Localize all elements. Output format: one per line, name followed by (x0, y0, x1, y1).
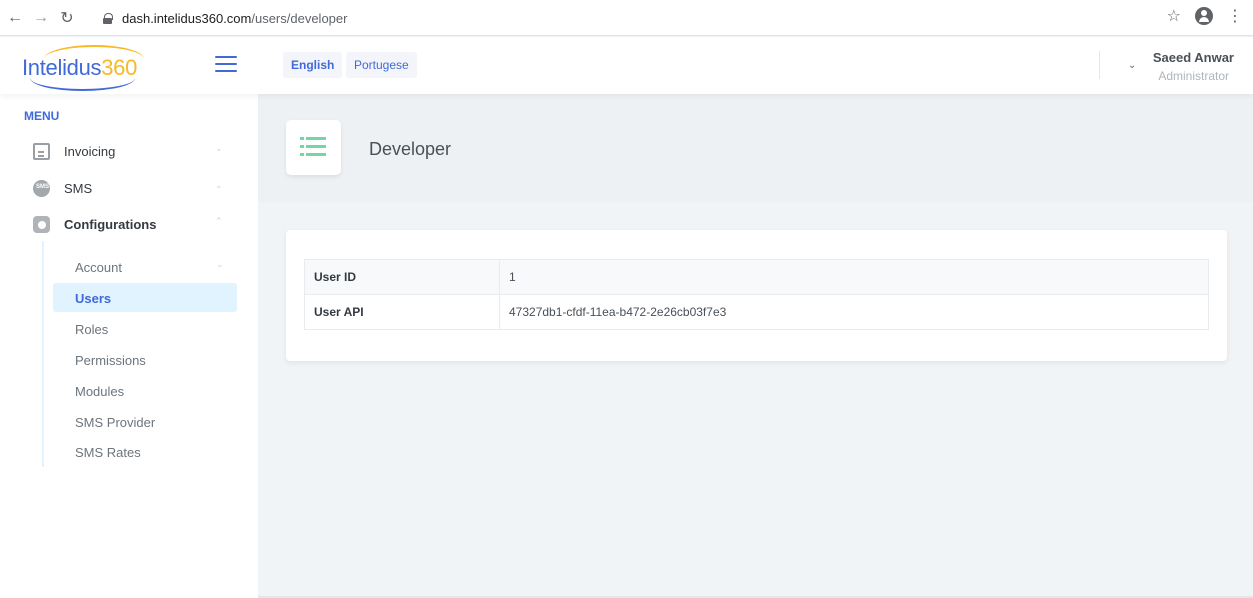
app-header: Intelidus360 English Portugese ⌄ Saeed A… (0, 37, 1253, 94)
submenu-item-label: Modules (75, 384, 125, 399)
submenu-item-sms-provider[interactable]: SMS Provider (53, 407, 237, 436)
table-row: User API 47327db1-cfdf-11ea-b472-2e26cb0… (304, 294, 1209, 330)
submenu-item-label: SMS Rates (75, 445, 141, 460)
submenu-item-account[interactable]: Account ⌄ (53, 252, 237, 281)
table-value: 47327db1-cfdf-11ea-b472-2e26cb03f7e3 (499, 294, 1209, 330)
browser-toolbar: ← → ↻ dash.intelidus360.com/users/develo… (0, 0, 1253, 36)
sidebar-item-invoicing[interactable]: Invoicing ⌄ (0, 135, 258, 167)
forward-icon[interactable]: → (30, 7, 52, 29)
user-role: Administrator (1158, 69, 1229, 83)
document-icon (33, 143, 50, 160)
sidebar-item-label: SMS (64, 181, 93, 196)
sidebar-item-configurations[interactable]: Configurations ⌃ (0, 208, 258, 240)
submenu-item-label: Permissions (75, 353, 146, 368)
page-title: Developer (369, 139, 452, 159)
lock-icon (103, 12, 113, 24)
reload-icon[interactable]: ↻ (56, 7, 78, 29)
profile-icon[interactable] (1195, 7, 1213, 25)
submenu-item-label: Users (75, 291, 112, 306)
table-value: 1 (499, 259, 1209, 295)
submenu-item-modules[interactable]: Modules (53, 376, 237, 405)
table-row: User ID 1 (304, 259, 1209, 295)
divider (1099, 51, 1100, 79)
language-english-button[interactable]: English (283, 52, 343, 78)
chevron-down-icon: ⌄ (215, 180, 223, 190)
url-path: /users/developer (251, 10, 348, 26)
url-host: dash.intelidus360.com (122, 10, 252, 26)
submenu-line (42, 241, 44, 467)
page-title-band: Developer (258, 94, 1253, 202)
gear-icon (33, 216, 50, 233)
submenu-item-users[interactable]: Users (53, 283, 237, 312)
logo-text: Intelidus360 (22, 55, 138, 80)
developer-details-table: User ID 1 User API 47327db1-cfdf-11ea-b4… (304, 259, 1209, 330)
submenu-item-permissions[interactable]: Permissions (53, 345, 237, 374)
list-icon (300, 137, 326, 157)
submenu-item-label: Roles (75, 322, 109, 337)
sidebar: MENU Invoicing ⌄ SMS ⌄ Configurations ⌃ … (0, 94, 258, 598)
sidebar-item-label: Configurations (64, 217, 157, 232)
submenu-item-sms-rates[interactable]: SMS Rates (53, 437, 237, 466)
language-portuguese-button[interactable]: Portugese (346, 52, 417, 78)
address-bar[interactable]: dash.intelidus360.com/users/developer (103, 6, 1158, 30)
table-key: User API (304, 294, 500, 330)
chevron-down-icon: ⌄ (215, 143, 223, 153)
user-name[interactable]: Saeed Anwar (1153, 50, 1234, 65)
page-icon-box (286, 120, 341, 175)
menu-heading: MENU (24, 109, 60, 123)
hamburger-menu-icon[interactable] (215, 56, 237, 72)
sms-icon (33, 180, 50, 197)
developer-details-card: User ID 1 User API 47327db1-cfdf-11ea-b4… (286, 230, 1227, 361)
submenu-item-label: SMS Provider (75, 415, 156, 430)
sidebar-item-sms[interactable]: SMS ⌄ (0, 172, 258, 204)
more-menu-icon[interactable]: ⋮ (1227, 6, 1243, 26)
chevron-up-icon: ⌃ (215, 216, 223, 226)
table-key: User ID (304, 259, 500, 295)
logo[interactable]: Intelidus360 (20, 45, 155, 91)
chevron-down-icon[interactable]: ⌄ (1128, 60, 1136, 71)
chevron-down-icon: ⌄ (216, 259, 224, 269)
sidebar-item-label: Invoicing (64, 144, 116, 159)
star-icon[interactable]: ☆ (1167, 6, 1181, 26)
submenu-item-roles[interactable]: Roles (53, 314, 237, 343)
back-icon[interactable]: ← (4, 7, 26, 29)
submenu-item-label: Account (75, 260, 122, 275)
